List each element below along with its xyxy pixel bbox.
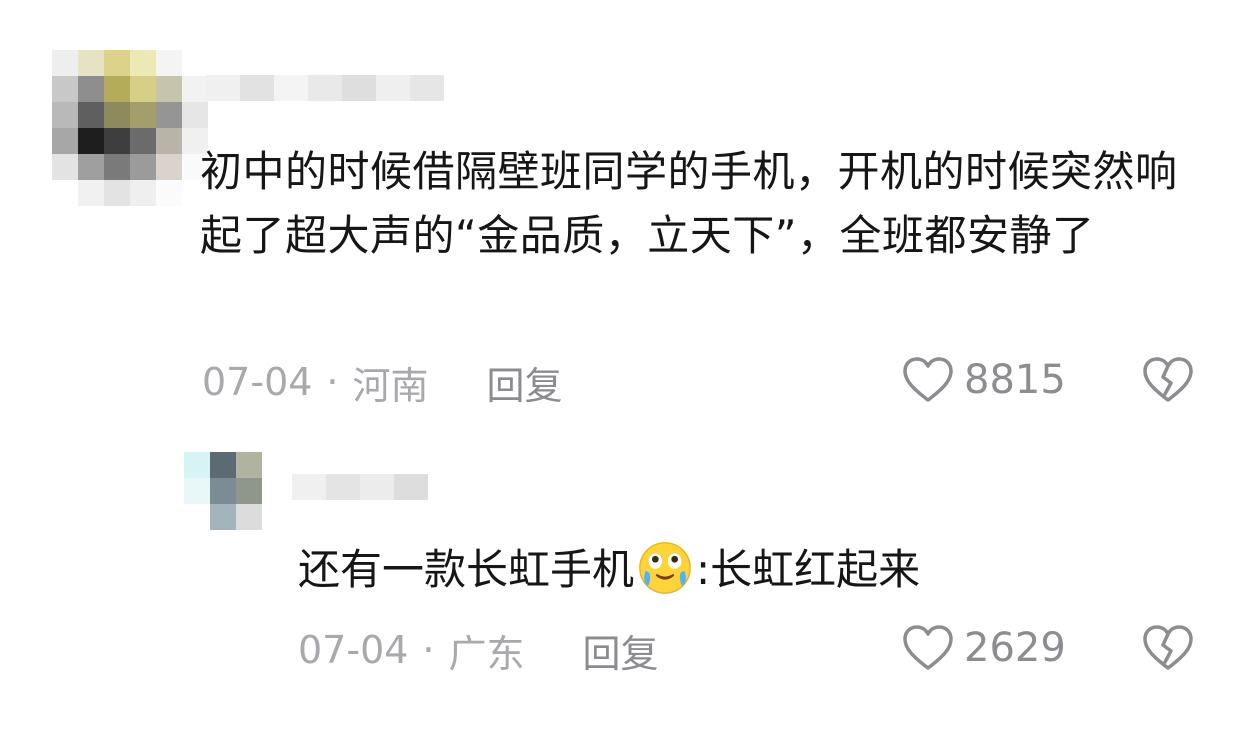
censor-pixel — [206, 75, 240, 101]
censor-pixel — [130, 102, 156, 128]
censor-pixel — [236, 504, 262, 530]
censor-pixel — [360, 474, 394, 500]
censor-pixel — [156, 154, 182, 180]
laughing-crying-emoji-icon — [639, 542, 691, 594]
heart-icon — [903, 357, 953, 402]
comment-meta: 07-04 · 河南 回复 — [202, 356, 563, 408]
censor-pixel — [78, 50, 104, 76]
censor-pixel — [52, 76, 78, 102]
censor-pixel — [78, 180, 104, 206]
censor-pixel — [210, 504, 236, 530]
reply-text-before: 还有一款长虹手机 — [298, 545, 635, 594]
reply-date: 07-04 — [298, 628, 409, 672]
censor-pixel — [184, 478, 210, 504]
reply-text-after: :长虹红起来 — [696, 545, 921, 594]
censor-pixel — [236, 478, 262, 504]
censor-pixel — [78, 128, 104, 154]
censor-pixel — [78, 76, 104, 102]
comment-location: 河南 — [352, 363, 429, 408]
censor-pixel — [104, 102, 130, 128]
censor-pixel — [182, 50, 208, 76]
censor-pixel — [52, 50, 78, 76]
censor-pixel — [292, 474, 326, 500]
censor-pixel — [342, 75, 376, 101]
censor-pixel — [130, 128, 156, 154]
comment-avatar[interactable] — [52, 50, 208, 206]
censor-pixel — [156, 102, 182, 128]
like-count: 8815 — [964, 357, 1066, 403]
censor-pixel — [130, 154, 156, 180]
censor-pixel — [240, 75, 274, 101]
censor-pixel — [184, 504, 210, 530]
comment-username[interactable] — [206, 75, 444, 101]
censor-pixel — [104, 154, 130, 180]
censor-pixel — [104, 128, 130, 154]
censor-pixel — [236, 452, 262, 478]
censor-pixel — [104, 180, 130, 206]
like-count: 2629 — [964, 625, 1066, 671]
censor-pixel — [326, 474, 360, 500]
censor-pixel — [182, 76, 208, 102]
reply-button[interactable]: 回复 — [583, 623, 659, 678]
censor-pixel — [184, 452, 210, 478]
meta-separator: · — [326, 360, 339, 404]
reply-username[interactable] — [292, 474, 428, 500]
censor-pixel — [410, 75, 444, 101]
meta-separator: · — [422, 628, 435, 672]
censor-pixel — [78, 102, 104, 128]
reply-avatar[interactable] — [184, 452, 262, 530]
censor-pixel — [308, 75, 342, 101]
heart-icon — [903, 625, 953, 670]
censor-pixel — [376, 75, 410, 101]
censor-pixel — [210, 478, 236, 504]
censor-pixel — [156, 128, 182, 154]
censor-pixel — [182, 102, 208, 128]
comment-text: 初中的时候借隔壁班同学的手机，开机的时候突然响起了超大声的“金品质，立天下”，全… — [200, 147, 1178, 260]
censor-pixel — [394, 474, 428, 500]
censor-pixel — [52, 154, 78, 180]
like-button[interactable]: 2629 — [902, 622, 1066, 674]
broken-heart-icon — [1143, 357, 1193, 402]
censor-pixel — [130, 76, 156, 102]
dislike-button[interactable] — [1142, 356, 1194, 408]
censor-pixel — [130, 180, 156, 206]
dislike-button[interactable] — [1142, 624, 1194, 676]
censor-pixel — [210, 452, 236, 478]
reply-button[interactable]: 回复 — [487, 355, 563, 410]
censor-pixel — [52, 102, 78, 128]
reply-meta: 07-04 · 广东 回复 — [298, 624, 659, 676]
censor-pixel — [104, 76, 130, 102]
censor-pixel — [156, 50, 182, 76]
censor-pixel — [78, 154, 104, 180]
censor-pixel — [274, 75, 308, 101]
reply-location: 广东 — [448, 631, 525, 676]
comment-date: 07-04 — [202, 360, 313, 404]
broken-heart-icon — [1143, 625, 1193, 670]
censor-pixel — [130, 50, 156, 76]
reply-text: 还有一款长虹手机 :长虹红起来 — [298, 538, 1198, 599]
censor-pixel — [156, 180, 182, 206]
censor-pixel — [104, 50, 130, 76]
censor-pixel — [52, 128, 78, 154]
censor-pixel — [156, 76, 182, 102]
like-button[interactable]: 8815 — [902, 354, 1066, 406]
censor-pixel — [52, 180, 78, 206]
